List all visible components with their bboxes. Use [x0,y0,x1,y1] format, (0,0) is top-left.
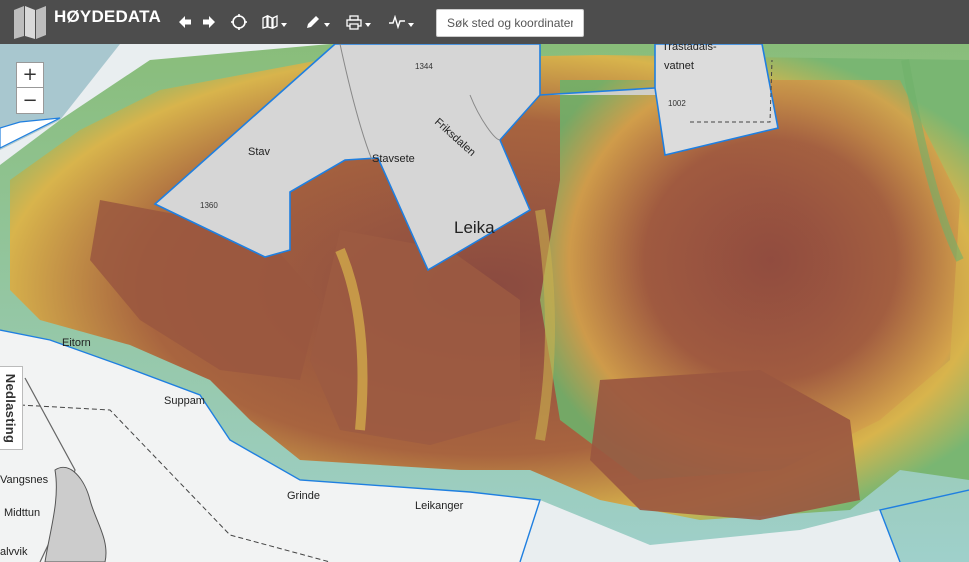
map-label-vatnet: vatnet [664,60,694,72]
chevron-down-icon [324,23,330,27]
app-title: HØYDEDATA [54,7,161,26]
elevation-profile-icon [389,15,405,29]
top-toolbar: HØYDEDATA [0,0,969,44]
print-dropdown[interactable] [346,10,371,34]
terrain-map[interactable] [0,44,969,562]
download-panel-label: Nedlasting [3,373,19,443]
locate-button[interactable] [231,10,247,34]
draw-dropdown[interactable] [305,10,330,34]
map-label-stavsete: Stavsete [372,153,415,165]
back-arrow-icon [179,16,191,28]
map-label-midttun: Midttun [4,507,41,519]
zoom-controls: + − [16,62,44,114]
map-layers-dropdown[interactable] [262,10,287,34]
map-book-icon [14,6,46,39]
map-label-1344: 1344 [415,62,433,71]
map-label-1360: 1360 [200,201,218,210]
search-input[interactable] [436,9,584,37]
map-label-vangsnes: Vangsnes [0,474,49,486]
map-label-alvvik: alvvik [0,546,28,558]
map-label-eitorn: Eitorn [62,337,91,349]
map-label-leikanger: Leikanger [415,500,464,512]
map-label-trastadals: Trastadals- [662,44,717,53]
locate-icon [231,14,247,30]
map-label-grinde: Grinde [287,490,321,502]
map-layers-icon [262,15,278,29]
map-label-1002: 1002 [668,99,686,108]
print-icon [346,14,362,30]
zoom-in-button[interactable]: + [16,62,44,88]
map-view[interactable]: Trastadals- vatnet 1344 1002 1360 Friksd… [0,44,969,562]
draw-pencil-icon [307,16,319,28]
chevron-down-icon [408,23,414,27]
chevron-down-icon [281,23,287,27]
map-label-suppam: Suppam [164,395,205,407]
download-panel-tab[interactable]: Nedlasting [0,366,23,450]
map-label-leika: Leika [454,218,495,237]
chevron-down-icon [365,23,371,27]
forward-arrow-icon [203,16,215,28]
app-logo[interactable]: HØYDEDATA [0,0,161,44]
map-label-stav: Stav [248,146,271,158]
back-button[interactable] [178,10,192,34]
elevation-profile-dropdown[interactable] [389,10,414,34]
zoom-out-button[interactable]: − [16,88,44,114]
forward-button[interactable] [202,10,216,34]
